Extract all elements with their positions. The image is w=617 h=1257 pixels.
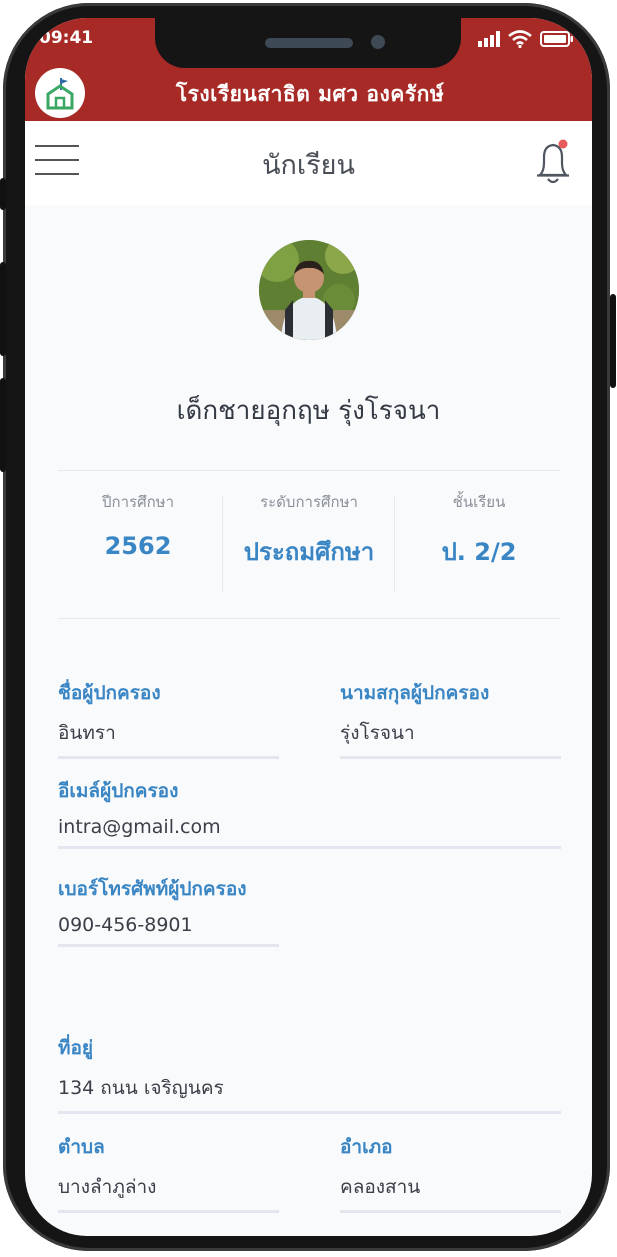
student-name: เด็กชายอุกฤษ รุ่งโรจนา — [176, 396, 441, 426]
stat-value: ป. 2/2 — [441, 538, 517, 566]
divider-bottom — [58, 618, 560, 619]
field-underline — [58, 1210, 279, 1213]
guardian-phone-field[interactable]: เบอร์โทรศัพท์ผู้ปกครอง 090-456-8901 — [58, 874, 279, 947]
stat-label: ชั้นเรียน — [452, 493, 506, 511]
guardian-email-field[interactable]: อีเมล์ผู้ปกครอง intra@gmail.com — [58, 776, 561, 849]
subdistrict-field[interactable]: ตำบล บางลำภูล่าง — [58, 1132, 279, 1213]
stat-separator — [222, 496, 223, 592]
stat-value: 2562 — [104, 532, 172, 560]
speaker-grille — [265, 38, 353, 48]
field-label: ตำบล — [58, 1136, 105, 1158]
field-label: อีเมล์ผู้ปกครอง — [58, 780, 179, 802]
field-value[interactable]: รุ่งโรจนา — [340, 718, 561, 748]
student-avatar — [259, 240, 359, 340]
phone-power-button — [610, 294, 616, 388]
field-value[interactable]: 090-456-8901 — [58, 914, 279, 936]
stat-class: ชั้นเรียน ป. 2/2 — [397, 490, 561, 571]
field-label: นามสกุลผู้ปกครอง — [340, 682, 490, 704]
notification-dot — [558, 139, 568, 149]
stat-value: ประถมศึกษา — [243, 538, 375, 566]
guardian-first-name-field[interactable]: ชื่อผู้ปกครอง อินทรา — [58, 678, 279, 759]
field-underline — [340, 1210, 561, 1213]
stat-academic-year: ปีการศึกษา 2562 — [56, 490, 220, 560]
signal-icon — [478, 31, 500, 47]
field-value[interactable]: intra@gmail.com — [58, 816, 561, 838]
field-underline — [58, 1111, 561, 1114]
field-value[interactable]: บางลำภูล่าง — [58, 1172, 279, 1202]
app-header: นักเรียน — [25, 121, 592, 205]
field-label: ชื่อผู้ปกครอง — [58, 682, 161, 704]
divider-top — [58, 470, 560, 471]
school-logo-icon[interactable] — [35, 68, 85, 118]
stat-label: ปีการศึกษา — [102, 493, 174, 511]
bell-icon[interactable] — [532, 139, 576, 187]
field-underline — [58, 756, 279, 759]
school-name: โรงเรียนสาธิต มศว องครักษ์ — [175, 82, 445, 106]
guardian-last-name-field[interactable]: นามสกุลผู้ปกครอง รุ่งโรจนา — [340, 678, 561, 759]
stat-label: ระดับการศึกษา — [260, 493, 358, 511]
status-time: 09:41 — [39, 28, 94, 48]
battery-icon — [540, 31, 573, 47]
field-value[interactable]: 134 ถนน เจริญนคร — [58, 1073, 561, 1103]
app-screen: 09:41 โรงเรียนสาธิต มศว องครักษ์ นักเรีย… — [25, 18, 592, 1236]
field-label: เบอร์โทรศัพท์ผู้ปกครอง — [58, 878, 247, 900]
status-icons — [478, 30, 574, 48]
district-field[interactable]: อำเภอ คลองสาน — [340, 1132, 561, 1213]
field-label: ที่อยู่ — [58, 1037, 94, 1059]
phone-volume-down — [0, 378, 6, 472]
field-value[interactable]: คลองสาน — [340, 1172, 561, 1202]
field-label: อำเภอ — [340, 1136, 393, 1158]
phone-notch — [155, 18, 461, 68]
field-value[interactable]: อินทรา — [58, 718, 279, 748]
wifi-icon — [508, 30, 532, 48]
stat-education-level: ระดับการศึกษา ประถมศึกษา — [227, 490, 391, 571]
page-title: นักเรียน — [262, 150, 355, 181]
field-underline — [58, 846, 561, 849]
phone-volume-up — [0, 262, 6, 356]
front-camera — [371, 35, 385, 49]
stat-separator — [394, 496, 395, 592]
top-bar: 09:41 โรงเรียนสาธิต มศว องครักษ์ — [25, 18, 592, 121]
phone-side-button — [0, 178, 6, 210]
field-underline — [340, 756, 561, 759]
address-field[interactable]: ที่อยู่ 134 ถนน เจริญนคร — [58, 1033, 561, 1114]
field-underline — [58, 944, 279, 947]
